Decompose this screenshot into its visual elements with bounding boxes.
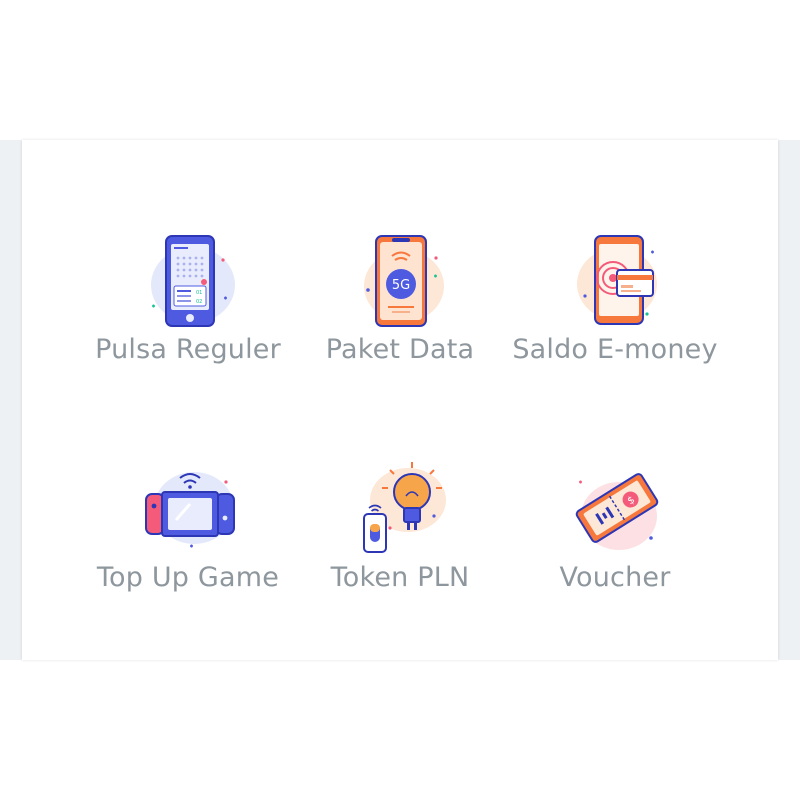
menu-item-pulsa-reguler[interactable]: 01 02 Pulsa Reguler: [72, 230, 304, 420]
menu-item-label: Paket Data: [325, 334, 475, 365]
game-console-icon: [138, 458, 238, 558]
service-menu-card: 01 02 Pulsa Reguler 5G Paket Data Saldo …: [22, 140, 778, 660]
menu-item-label: Token PLN: [330, 562, 470, 593]
voucher-ticket-icon: $: [565, 458, 665, 558]
menu-item-label: Voucher: [559, 562, 671, 593]
menu-item-saldo-emoney[interactable]: Saldo E-money: [499, 230, 731, 420]
svg-text:01: 01: [196, 290, 202, 296]
lightbulb-icon: [350, 458, 450, 558]
menu-item-label: Saldo E-money: [512, 334, 718, 365]
service-menu-grid: 01 02 Pulsa Reguler 5G Paket Data Saldo …: [22, 140, 778, 660]
phone-5g-icon: 5G: [350, 230, 450, 330]
svg-text:02: 02: [196, 299, 202, 305]
menu-item-top-up-game[interactable]: Top Up Game: [72, 458, 304, 648]
menu-item-label: Pulsa Reguler: [95, 334, 281, 365]
menu-item-paket-data[interactable]: 5G Paket Data: [284, 230, 516, 420]
menu-item-label: Top Up Game: [96, 562, 280, 593]
menu-item-voucher[interactable]: $ Voucher: [499, 458, 731, 648]
data-5g-badge: 5G: [392, 278, 410, 293]
menu-item-token-pln[interactable]: Token PLN: [284, 458, 516, 648]
phone-keypad-icon: 01 02: [138, 230, 238, 330]
emoney-card-icon: [565, 230, 665, 330]
